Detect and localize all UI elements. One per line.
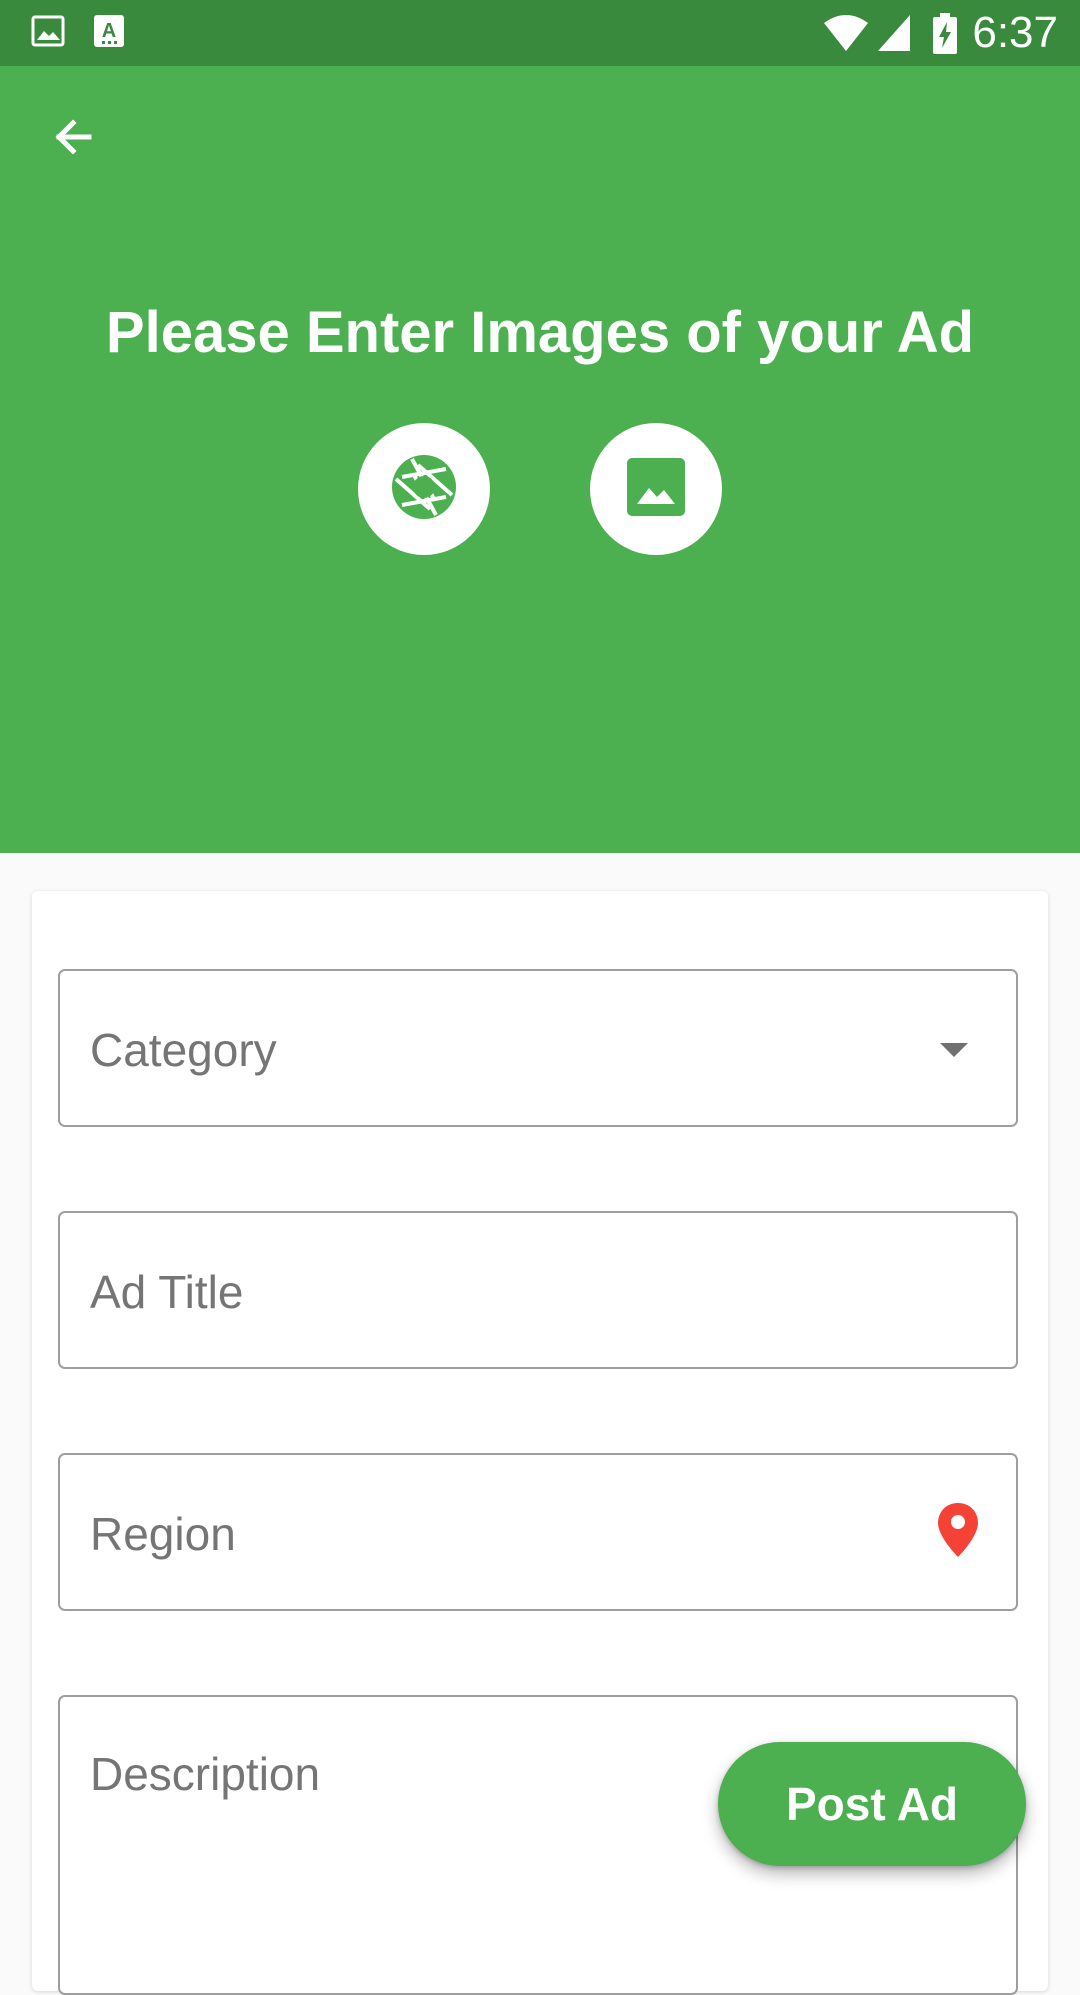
- text-notification-icon: A: [92, 13, 126, 54]
- gallery-button[interactable]: [590, 423, 722, 555]
- back-button[interactable]: [40, 106, 106, 172]
- location-pin-icon[interactable]: [936, 1501, 980, 1564]
- ad-title-input[interactable]: Ad Title: [58, 1211, 1018, 1369]
- image-picker-header: Please Enter Images of your Ad: [0, 66, 1080, 853]
- page-title: Please Enter Images of your Ad: [105, 300, 975, 365]
- description-label: Description: [90, 1748, 321, 1800]
- gallery-image-icon: [625, 456, 687, 523]
- image-notification-icon: [30, 13, 66, 54]
- battery-charging-icon: [932, 13, 958, 60]
- status-time: 6:37: [972, 8, 1058, 57]
- dropdown-arrow-icon: [940, 1043, 968, 1057]
- region-input[interactable]: Region: [58, 1453, 1018, 1611]
- ad-title-label: Ad Title: [90, 1266, 244, 1318]
- svg-text:A: A: [102, 20, 116, 42]
- region-label: Region: [90, 1508, 236, 1560]
- cell-signal-icon: [876, 13, 912, 58]
- wifi-icon: [822, 13, 870, 58]
- camera-shutter-icon: [390, 453, 458, 526]
- status-bar: A 6:37: [0, 0, 1080, 66]
- camera-button[interactable]: [358, 423, 490, 555]
- post-ad-button[interactable]: Post Ad: [718, 1742, 1026, 1866]
- category-dropdown[interactable]: Category: [58, 969, 1018, 1127]
- arrow-back-icon: [49, 113, 97, 166]
- category-label: Category: [90, 1024, 277, 1076]
